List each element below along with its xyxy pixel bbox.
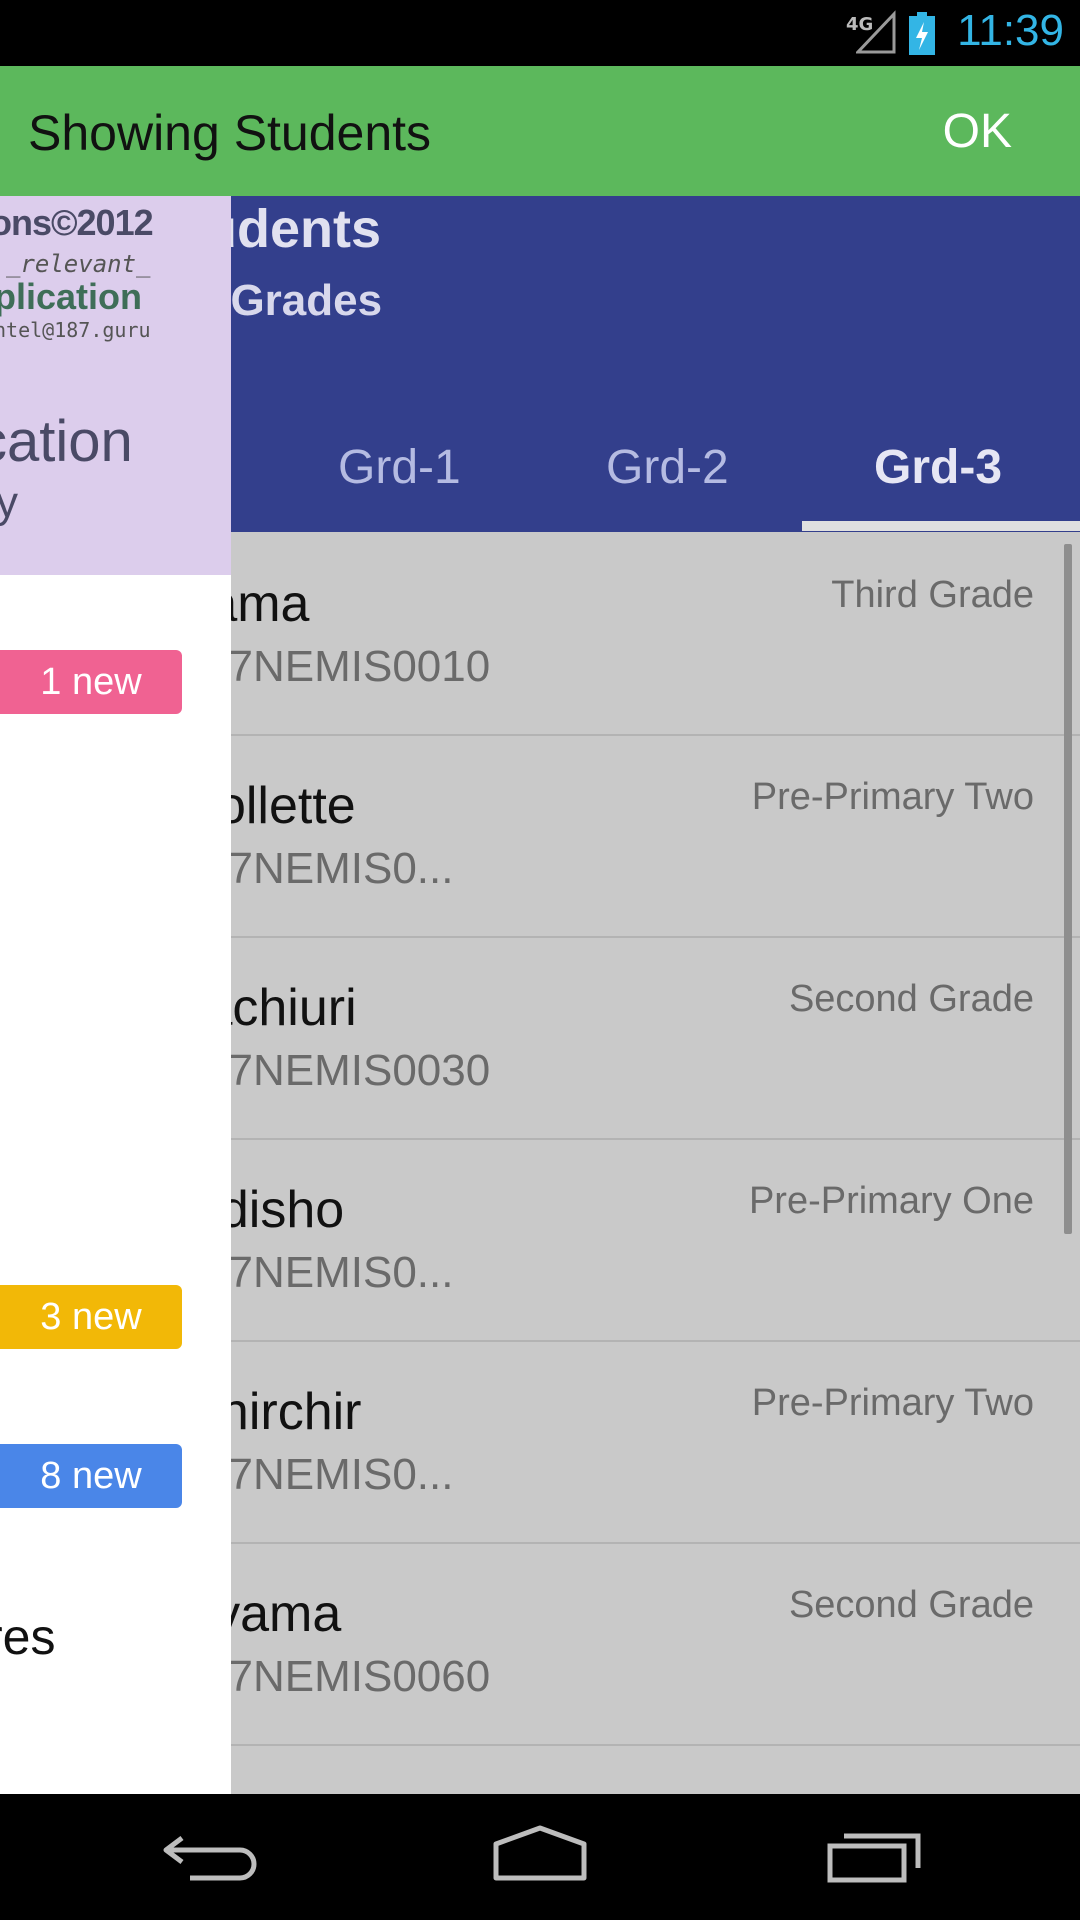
navigation-drawer: ons©2012 _relevant_ plication ntel@187.g…	[0, 196, 231, 1794]
ok-button[interactable]: OK	[943, 104, 1012, 159]
status-bar: 4G 11:39	[0, 0, 1080, 66]
new-count-badge[interactable]: 1 new	[0, 650, 182, 714]
drawer-tagline: _relevant_	[6, 250, 151, 278]
signal-icon	[856, 10, 896, 54]
drawer-subheading: y	[0, 478, 18, 527]
student-grade: Pre-Primary One	[748, 1180, 1034, 1222]
clock: 11:39	[957, 6, 1064, 55]
student-grade: Second Grade	[788, 978, 1034, 1020]
drawer-app-name: plication	[0, 276, 143, 317]
back-icon[interactable]	[160, 1824, 260, 1884]
page-title: Showing Students	[28, 105, 432, 161]
home-icon[interactable]	[490, 1824, 590, 1884]
new-count-badge[interactable]: 3 new	[0, 1285, 182, 1349]
tab-indicator	[802, 521, 1080, 531]
action-bar: Showing Students OK	[0, 66, 1080, 196]
battery-icon	[909, 12, 935, 55]
drawer-copyright: ons©2012	[0, 202, 154, 243]
student-grade: Second Grade	[788, 1584, 1034, 1626]
student-grade: Third Grade	[831, 574, 1034, 616]
student-grade: Pre-Primary Two	[751, 776, 1034, 818]
tab-grd-2[interactable]: Grd-2	[606, 440, 729, 495]
new-count-badge[interactable]: 8 new	[0, 1444, 182, 1508]
navigation-bar	[0, 1794, 1080, 1920]
drawer-item-label[interactable]: res	[0, 1608, 55, 1666]
main-content: tudents l Grades Grd-1 Grd-2 Grd-3 sie N…	[0, 196, 1080, 1794]
drawer-email: ntel@187.guru	[0, 318, 151, 342]
drawer-header: ons©2012 _relevant_ plication ntel@187.g…	[0, 196, 231, 575]
tab-grd-1[interactable]: Grd-1	[338, 440, 461, 495]
drawer-heading: cation	[0, 409, 133, 474]
header-subtitle: l Grades	[206, 276, 383, 325]
tab-grd-3[interactable]: Grd-3	[874, 440, 1002, 495]
list-scrollbar[interactable]	[1064, 544, 1072, 1234]
student-grade: Pre-Primary Two	[751, 1382, 1034, 1424]
recents-icon[interactable]	[826, 1824, 926, 1884]
